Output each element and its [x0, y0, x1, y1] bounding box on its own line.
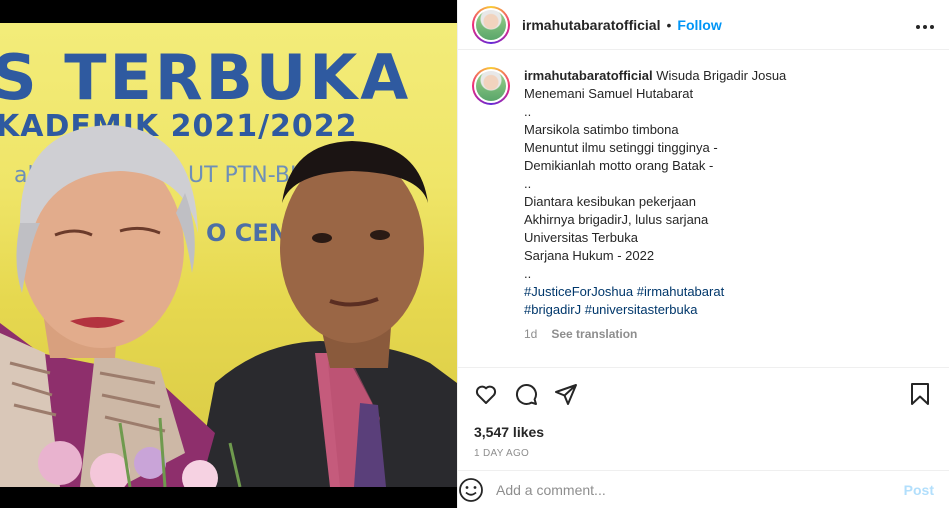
header-separator-dot: •: [666, 16, 672, 33]
caption-line: Menemani Samuel Hutabarat: [524, 86, 694, 101]
caption-line: Universitas Terbuka: [524, 230, 638, 245]
post-timestamp: 1 DAY AGO: [474, 448, 530, 459]
see-translation-button[interactable]: See translation: [551, 325, 637, 343]
caption-username[interactable]: irmahutabaratofficial: [524, 68, 653, 83]
caption-line: ..: [524, 104, 532, 119]
header-username[interactable]: irmahutabaratofficial: [522, 17, 660, 33]
post-header: irmahutabaratofficial • Follow: [458, 0, 949, 50]
more-horizontal-icon[interactable]: [915, 14, 935, 35]
post-side-panel: irmahutabaratofficial • Follow irmahutab…: [457, 0, 949, 508]
comment-bar: Post: [458, 470, 949, 508]
caption-line: Sarjana Hukum - 2022: [524, 248, 655, 263]
caption-area: irmahutabaratofficial Wisuda Brigadir Jo…: [458, 51, 949, 367]
share-icon[interactable]: [554, 382, 580, 408]
comment-input[interactable]: [496, 481, 904, 498]
caption-avatar[interactable]: [472, 67, 510, 105]
hashtag-link[interactable]: #brigadirJ: [524, 302, 581, 317]
hashtag-link[interactable]: #JusticeForJoshua: [524, 284, 633, 299]
caption-line: Marsikola satimbo timbona: [524, 122, 679, 137]
likes-count[interactable]: 3,547 likes: [474, 424, 934, 440]
heart-icon[interactable]: [474, 382, 500, 408]
people-illustration: [0, 125, 457, 487]
avatar[interactable]: [472, 5, 510, 44]
action-icons: [474, 382, 934, 408]
caption-line: Diantara kesibukan pekerjaan: [524, 194, 696, 209]
post-comment-button[interactable]: Post: [904, 482, 934, 498]
hashtag-link[interactable]: #universitasterbuka: [585, 302, 698, 317]
caption-first-text: Wisuda Brigadir Josua: [656, 68, 787, 83]
hashtag-link[interactable]: #irmahutabarat: [637, 284, 724, 299]
caption-text: irmahutabaratofficial Wisuda Brigadir Jo…: [524, 67, 936, 343]
follow-button[interactable]: Follow: [677, 17, 721, 33]
caption-line: ..: [524, 176, 532, 191]
caption-line: Menuntut ilmu setinggi tingginya -: [524, 140, 718, 155]
caption-avatar-ring-inner: [474, 69, 508, 103]
post-actions: 3,547 likes 1 DAY AGO: [458, 367, 949, 459]
instagram-post-window: S TERBUKA KADEMIK 2021/2022 ala UT PTN-B…: [0, 0, 949, 508]
caption-line: Demikianlah motto orang Batak -: [524, 158, 714, 173]
hashtag-line: #brigadirJ #universitasterbuka: [524, 301, 936, 319]
comment-icon[interactable]: [514, 382, 540, 408]
caption-row: irmahutabaratofficial Wisuda Brigadir Jo…: [472, 67, 936, 343]
caption-line: ..: [524, 266, 532, 281]
emoji-icon[interactable]: [458, 477, 484, 503]
hashtag-line: #JusticeForJoshua #irmahutabarat: [524, 283, 936, 301]
avatar-ring-inner: [474, 7, 508, 42]
caption-line: Akhirnya brigadirJ, lulus sarjana: [524, 212, 709, 227]
caption-first-line: irmahutabaratofficial Wisuda Brigadir Jo…: [524, 67, 936, 85]
caption-meta: 1d See translation: [524, 325, 936, 343]
caption-avatar-image: [476, 71, 506, 101]
post-photo[interactable]: S TERBUKA KADEMIK 2021/2022 ala UT PTN-B…: [0, 23, 457, 487]
post-photo-area: S TERBUKA KADEMIK 2021/2022 ala UT PTN-B…: [0, 0, 457, 508]
caption-time[interactable]: 1d: [524, 325, 537, 343]
avatar-image: [476, 9, 506, 40]
bookmark-icon[interactable]: [908, 382, 934, 408]
